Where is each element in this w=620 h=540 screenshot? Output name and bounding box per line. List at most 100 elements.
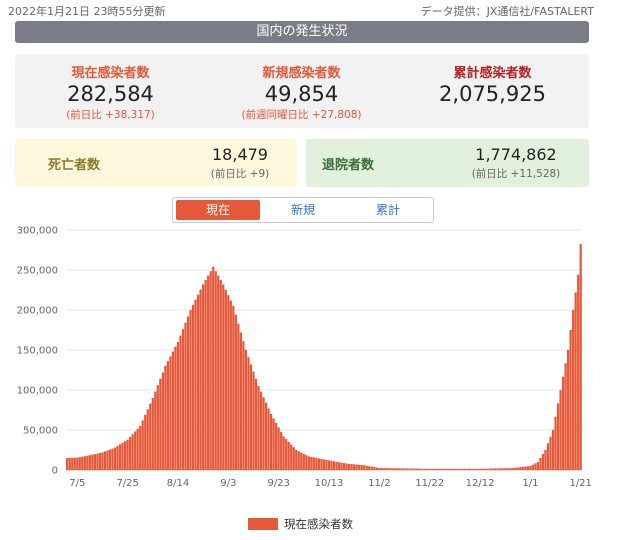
y-axis-labels: 0 50,000 100,000 150,000 200,000 250,000 300,0…: [17, 226, 58, 477]
stat-current-label: 現在感染者数: [71, 66, 150, 81]
bar: [572, 310, 575, 470]
bar: [179, 335, 182, 470]
bar: [403, 468, 406, 470]
bar: [252, 371, 255, 470]
bar: [96, 453, 99, 470]
bar: [264, 402, 268, 470]
bar: [259, 391, 263, 470]
bar: [101, 452, 104, 470]
bar: [375, 467, 378, 470]
bar: [315, 457, 318, 470]
bar: [350, 464, 353, 470]
legend-swatch: [248, 518, 278, 530]
bar: [574, 292, 577, 470]
bar: [521, 466, 524, 470]
bar: [509, 468, 512, 470]
bar: [567, 350, 570, 470]
bar: [171, 351, 175, 470]
bar: [134, 431, 137, 470]
bar: [380, 468, 383, 470]
x-tick-label: 11/2: [368, 478, 390, 489]
bar: [209, 271, 212, 470]
stat-new-label: 新規感染者数: [262, 66, 341, 81]
bar: [307, 456, 310, 470]
bar: [486, 468, 489, 470]
bar: [154, 391, 157, 470]
bar: [506, 468, 509, 470]
y-tick-label: 300,000: [17, 226, 58, 237]
bar: [247, 357, 250, 470]
bar: [345, 463, 348, 470]
bar: [348, 463, 351, 470]
bar: [249, 364, 253, 470]
deaths-label: 死亡者数: [48, 158, 101, 173]
bar: [68, 457, 71, 470]
tab-current[interactable]: 現在: [176, 200, 260, 220]
bar: [353, 464, 356, 470]
bar: [337, 462, 341, 470]
stat-new-value: 49,854: [264, 82, 339, 106]
bar: [438, 468, 441, 470]
bar: [237, 323, 240, 470]
bar: [400, 468, 404, 470]
bar: [534, 463, 537, 470]
bar: [290, 444, 293, 470]
y-tick-label: 100,000: [17, 386, 58, 397]
bar: [541, 454, 545, 470]
bar: [340, 462, 343, 470]
y-tick-label: 50,000: [23, 426, 58, 437]
bar: [473, 468, 477, 470]
bar: [393, 468, 396, 470]
deaths-value: 18,479: [212, 145, 268, 164]
bar: [229, 300, 232, 470]
bar: [111, 448, 114, 470]
bar: [569, 330, 572, 470]
bar: [287, 441, 290, 470]
bar: [325, 459, 328, 470]
bar: [463, 468, 467, 470]
bar: [423, 468, 426, 470]
bar: [222, 284, 225, 470]
x-tick-label: 9/23: [267, 478, 289, 489]
x-tick-label: 1/1: [522, 478, 538, 489]
bar: [232, 306, 235, 470]
x-axis-labels: 7/5 7/25 8/14 9/3 9/23 10/13 11/2 11/22 12/12 1/1…: [69, 478, 592, 489]
infection-chart: 0 50,000 100,000 150,000 200,000 250,000 300,0…: [17, 226, 592, 490]
bar: [234, 314, 237, 470]
bar: [212, 266, 215, 470]
legend-label: 現在感染者数: [284, 517, 353, 531]
bar: [365, 465, 368, 470]
bar: [390, 468, 394, 470]
bar: [295, 450, 298, 470]
bar: [277, 427, 280, 470]
bar: [71, 457, 74, 470]
bar: [332, 461, 336, 470]
bar: [123, 441, 127, 470]
y-tick-label: 250,000: [17, 266, 58, 277]
bar: [242, 341, 245, 470]
bar: [378, 468, 381, 470]
tab-cumulative[interactable]: 累計: [346, 200, 430, 220]
bar: [481, 468, 484, 470]
bar: [327, 460, 331, 470]
bar: [385, 468, 388, 470]
bar: [139, 426, 142, 470]
bar: [453, 468, 456, 470]
bar: [461, 468, 464, 470]
tab-new[interactable]: 新規: [261, 200, 345, 220]
bar: [272, 418, 275, 470]
bar: [383, 468, 386, 470]
bar: [113, 447, 117, 470]
bar: [144, 414, 147, 470]
bar: [156, 385, 159, 470]
bar: [342, 463, 346, 470]
bar: [146, 409, 149, 470]
bar: [488, 468, 492, 470]
bar: [297, 451, 300, 470]
bar: [441, 468, 444, 470]
x-tick-label: 1/21: [569, 478, 591, 489]
bar: [363, 465, 366, 470]
bar: [559, 390, 562, 470]
bar: [161, 372, 164, 470]
bar: [478, 468, 482, 470]
